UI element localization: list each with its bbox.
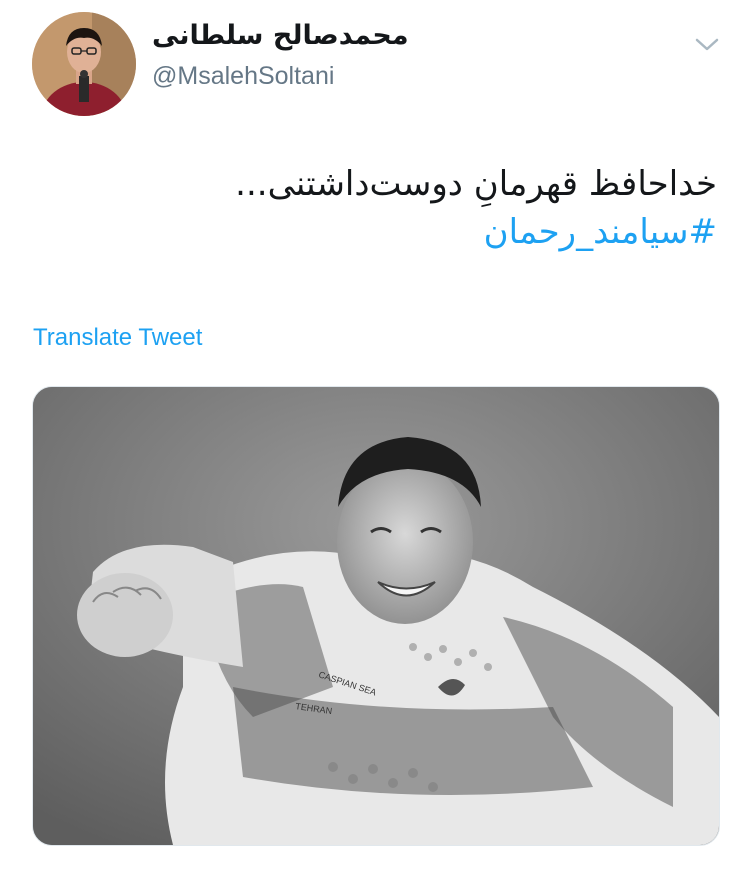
tweet-text: خداحافظ قهرمانِ دوست‌داشتنی... #سیامند_ر… <box>37 160 717 256</box>
tweet-body: خداحافظ قهرمانِ دوست‌داشتنی... <box>235 164 717 204</box>
chevron-down-icon[interactable] <box>694 34 720 54</box>
avatar[interactable] <box>32 12 136 116</box>
tweet-photo[interactable]: CASPIAN SEA TEHRAN <box>32 386 720 846</box>
author-display-name[interactable]: محمدصالح سلطانی <box>152 20 409 51</box>
photo-icon: CASPIAN SEA TEHRAN <box>33 387 719 845</box>
author-handle[interactable]: @MsalehSoltani <box>152 62 334 91</box>
hashtag-link[interactable]: #سیامند_رحمان <box>37 208 717 256</box>
translate-tweet-link[interactable]: Translate Tweet <box>33 324 202 352</box>
